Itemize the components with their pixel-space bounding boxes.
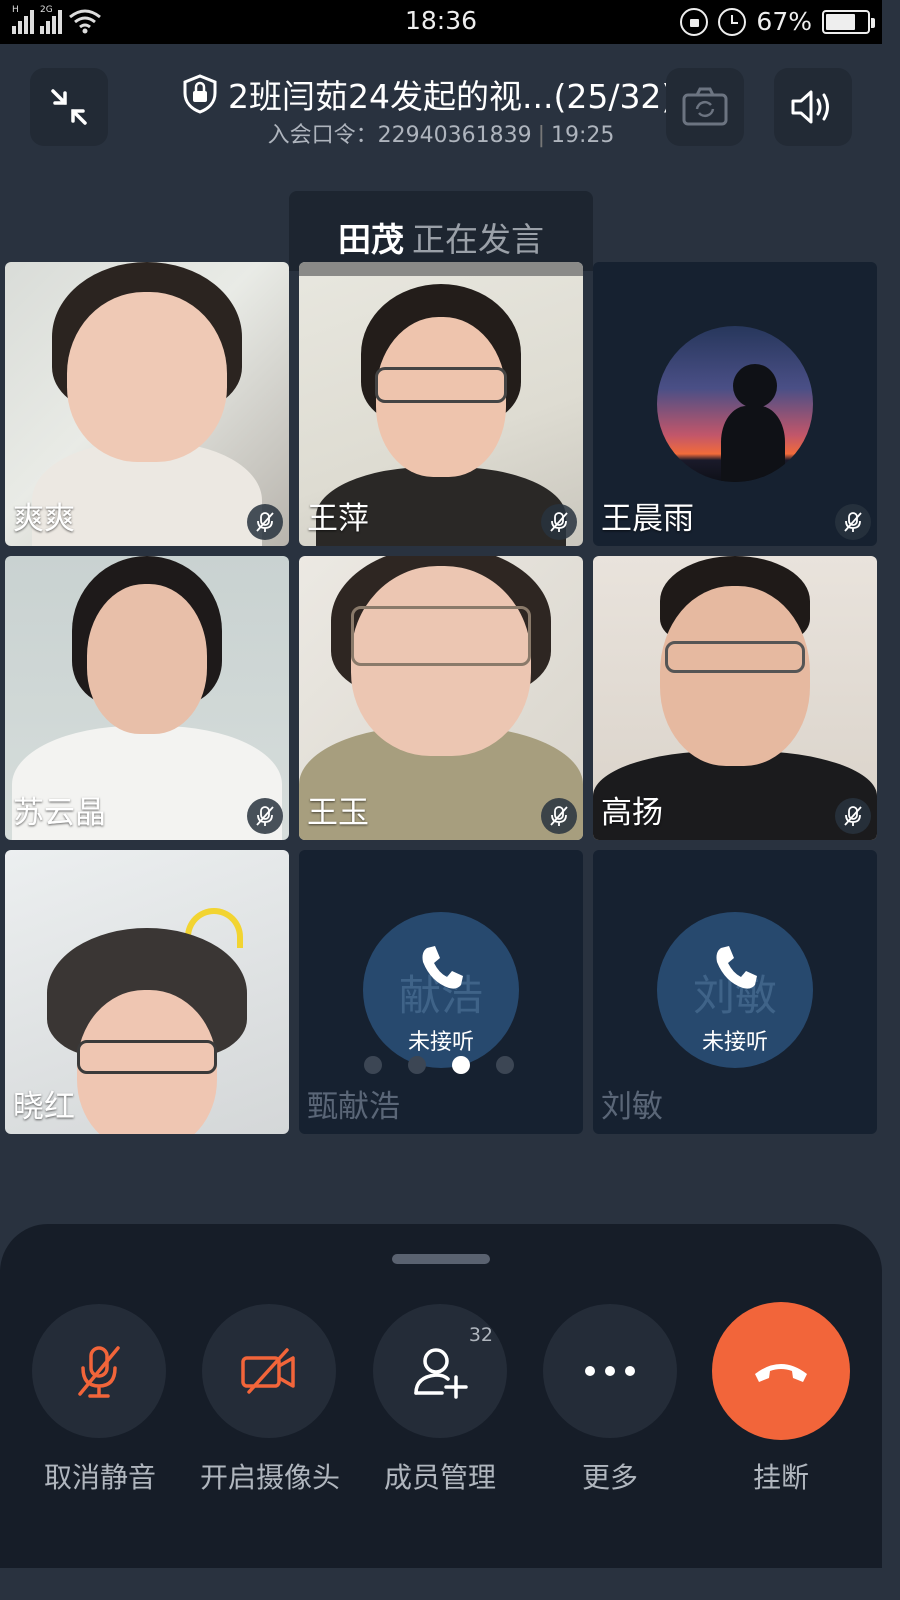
video-tile[interactable]: 爽爽 bbox=[5, 262, 289, 546]
video-tile[interactable]: 王萍 bbox=[299, 262, 583, 546]
meeting-code-label: 入会口令： bbox=[267, 123, 378, 148]
participant-name: 晓红 bbox=[13, 1089, 75, 1125]
call-status: 未接听 bbox=[407, 1030, 474, 1055]
meeting-code: 22940361839 bbox=[377, 123, 532, 148]
video-tile[interactable]: 晓红 bbox=[5, 850, 289, 1134]
meeting-info: 入会口令：22940361839 | 19:25 bbox=[0, 117, 882, 149]
phone-icon bbox=[716, 946, 757, 989]
more-dots-icon bbox=[585, 1366, 635, 1376]
mic-muted-icon bbox=[835, 798, 871, 834]
calling-avatar: 献浩 未接听 bbox=[363, 912, 519, 1068]
video-tile[interactable]: 王玉 bbox=[299, 556, 583, 840]
battery-percent: 67% bbox=[756, 7, 812, 36]
call-status: 未接听 bbox=[701, 1030, 768, 1055]
video-tile[interactable]: 王晨雨 bbox=[593, 262, 877, 546]
participant-name: 高扬 bbox=[601, 795, 663, 831]
add-member-icon bbox=[414, 1348, 468, 1399]
members-button[interactable]: 32 bbox=[373, 1304, 507, 1438]
hangup-button[interactable] bbox=[712, 1302, 850, 1440]
video-tile[interactable]: 献浩 未接听 甄献浩 bbox=[299, 850, 583, 1134]
camera-switch-icon bbox=[682, 87, 728, 126]
meeting-title-area[interactable]: 2班闫茹24发起的视...(25/32) bbox=[180, 70, 700, 118]
control-panel: 取消静音 开启摄像头 32 成员管理 更多 挂断 bbox=[0, 1224, 882, 1568]
participant-name: 刘敏 bbox=[601, 1089, 663, 1125]
mic-muted-icon bbox=[541, 798, 577, 834]
mic-off-icon bbox=[78, 1346, 120, 1398]
battery-icon bbox=[822, 9, 875, 34]
status-bar: H 2G 18:36 67% bbox=[0, 0, 882, 44]
participant-name: 甄献浩 bbox=[307, 1089, 400, 1125]
page-dot[interactable] bbox=[364, 1056, 382, 1074]
video-tile[interactable]: 刘敏 未接听 刘敏 bbox=[593, 850, 877, 1134]
mic-muted-icon bbox=[247, 504, 283, 540]
page-dot-active[interactable] bbox=[452, 1056, 470, 1074]
unmute-button[interactable] bbox=[32, 1304, 166, 1438]
active-speaker-name: 田茂 bbox=[338, 220, 404, 259]
phone-icon bbox=[422, 946, 463, 989]
page-indicator[interactable] bbox=[364, 1056, 514, 1074]
member-count-badge: 32 bbox=[468, 1324, 493, 1346]
page-dot[interactable] bbox=[496, 1056, 514, 1074]
active-speaker-status: 正在发言 bbox=[412, 220, 544, 259]
page-dot[interactable] bbox=[408, 1056, 426, 1074]
participant-avatar bbox=[657, 326, 813, 482]
speaker-volume-icon bbox=[791, 90, 829, 124]
hangup-phone-icon bbox=[755, 1364, 807, 1382]
meeting-duration: 19:25 bbox=[551, 123, 615, 148]
mic-muted-icon bbox=[247, 798, 283, 834]
meeting-title: 2班闫茹24发起的视...(25/32) bbox=[228, 77, 675, 116]
video-tile[interactable]: 高扬 bbox=[593, 556, 877, 840]
shield-lock-icon bbox=[183, 74, 217, 114]
mic-muted-icon bbox=[541, 504, 577, 540]
participant-name: 王晨雨 bbox=[601, 501, 694, 537]
camera-off-icon bbox=[241, 1348, 295, 1394]
switch-camera-button[interactable] bbox=[666, 68, 744, 146]
participant-name: 爽爽 bbox=[13, 501, 75, 537]
rotation-lock-icon bbox=[680, 7, 709, 36]
drag-handle[interactable] bbox=[392, 1254, 490, 1264]
speaker-button[interactable] bbox=[774, 68, 852, 146]
calling-avatar: 刘敏 未接听 bbox=[657, 912, 813, 1068]
hangup-label: 挂断 bbox=[752, 1461, 809, 1494]
participant-name: 苏云晶 bbox=[13, 795, 106, 831]
more-button[interactable] bbox=[543, 1304, 677, 1438]
participant-name: 王玉 bbox=[307, 795, 369, 831]
alarm-icon bbox=[718, 7, 747, 36]
active-speaker-indicator: 田茂 正在发言 bbox=[289, 191, 593, 271]
more-label: 更多 bbox=[581, 1461, 638, 1494]
video-tile[interactable]: 苏云晶 bbox=[5, 556, 289, 840]
separator: | bbox=[537, 123, 545, 148]
camera-button[interactable] bbox=[202, 1304, 336, 1438]
mic-muted-icon bbox=[835, 504, 871, 540]
participant-name: 王萍 bbox=[307, 501, 369, 537]
